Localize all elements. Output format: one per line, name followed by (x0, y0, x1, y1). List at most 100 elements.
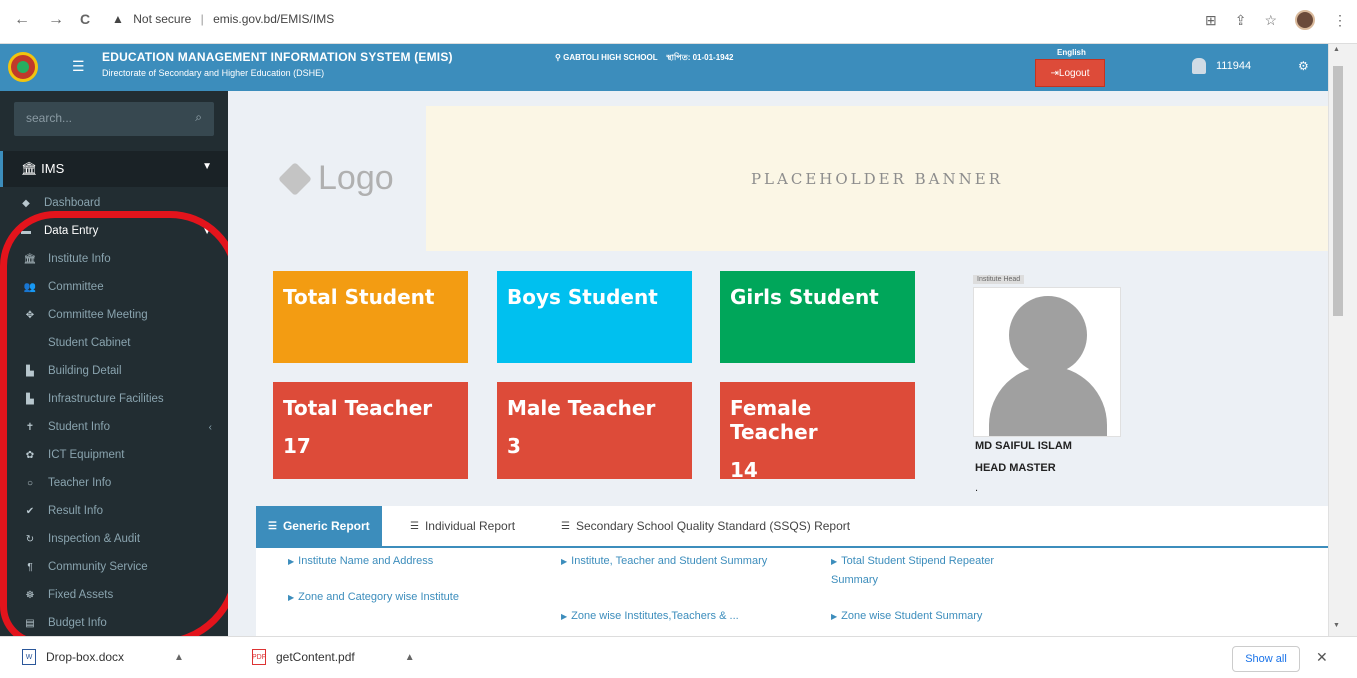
tab-ssqs-report[interactable]: ☰ Secondary School Quality Standard (SSQ… (549, 506, 862, 546)
sidebar-subitem[interactable]: 👥 Committee (0, 274, 228, 300)
browser-toolbar: ← → C ▲ Not secure | emis.gov.bd/EMIS/IM… (0, 0, 1357, 44)
stat-female-teacher[interactable]: Female Teacher 14 (720, 382, 915, 482)
gear-icon: ✿ (25, 449, 35, 461)
sidebar-item-data-entry[interactable]: ▬ Data Entry ▼ (0, 218, 228, 244)
stat-boys-student[interactable]: Boys Student (497, 271, 692, 363)
sidebar-subitem[interactable]: ○ Teacher Info (0, 470, 228, 496)
sidebar-item-label: Infrastructure Facilities (48, 393, 164, 405)
head-avatar (973, 287, 1121, 437)
close-icon[interactable]: ✕ (1316, 649, 1328, 666)
stat-total-teacher[interactable]: Total Teacher 17 (273, 382, 468, 479)
profile-avatar[interactable] (1295, 10, 1315, 30)
scroll-up-icon[interactable]: ▲ (1333, 46, 1340, 53)
sidebar-subitem[interactable]: ▙ Building Detail (0, 358, 228, 384)
sidebar-subitem[interactable]: ✔ Result Info (0, 498, 228, 524)
tab-individual-report[interactable]: ☰ Individual Report (398, 506, 527, 546)
show-all-button[interactable]: Show all (1232, 646, 1300, 672)
school-info: ⚲ GABTOLI HIGH SCHOOL স্থাপিত: 01-01-194… (555, 52, 734, 65)
report-link[interactable]: ▶ Institute Name and Address (288, 552, 538, 571)
stat-total-student[interactable]: Total Student (273, 271, 468, 363)
sidebar-subitem[interactable]: ↻ Inspection & Audit (0, 526, 228, 552)
stat-male-teacher[interactable]: Male Teacher 3 (497, 382, 692, 479)
tab-generic-report[interactable]: ☰ Generic Report (256, 506, 382, 546)
budget-icon: ▤ (25, 617, 35, 629)
triangle-right-icon: ▶ (288, 593, 295, 602)
back-button[interactable]: ← (14, 11, 30, 29)
address-bar[interactable]: ▲ Not secure | emis.gov.bd/EMIS/IMS (112, 12, 334, 26)
download-item[interactable]: W Drop-box.docx ▲ (22, 649, 184, 665)
main-content: Logo PLACEHOLDER BANNER Total Student Bo… (228, 91, 1328, 636)
sidebar-item-label: Fixed Assets (48, 589, 114, 601)
search-icon[interactable]: ⌕ (195, 110, 202, 125)
logout-icon: ⇥ (1050, 67, 1059, 79)
stat-girls-student[interactable]: Girls Student (720, 271, 915, 363)
head-name: MD SAIFUL ISLAM (975, 440, 1072, 452)
institute-head-tag: Institute Head (973, 275, 1025, 284)
sidebar-subitem[interactable]: 🏛 Institute Info (0, 246, 228, 272)
report-link[interactable]: ▶ Institute, Teacher and Student Summary (561, 552, 771, 571)
sidebar-item-label: ICT Equipment (48, 449, 125, 461)
sidebar-subitem[interactable]: Student Cabinet (0, 330, 228, 356)
chevron-down-icon: ▼ (202, 225, 212, 237)
sidebar-subitem[interactable]: ¶ Community Service (0, 554, 228, 580)
list-icon: ☰ (410, 520, 419, 532)
sidebar-subitem[interactable]: ✿ ICT Equipment (0, 442, 228, 468)
sidebar-section-ims[interactable]: 🏛 IMS ▼ (0, 151, 228, 187)
triangle-right-icon: ▶ (831, 612, 838, 621)
sidebar-subitem[interactable]: ✝ Student Info ‹ (0, 414, 228, 440)
tab-label: Individual Report (424, 519, 516, 533)
sidebar-item-label: Inspection & Audit (48, 533, 141, 545)
cube-icon (278, 161, 312, 196)
url-text: emis.gov.bd/EMIS/IMS (213, 12, 335, 26)
report-link[interactable]: ▶ Total Student Stipend Repeater Summary (831, 552, 1041, 589)
sidebar-subitem[interactable]: ▙ Infrastructure Facilities (0, 386, 228, 412)
stat-label: Boys Student (507, 285, 658, 309)
sidebar-item-label: Building Detail (48, 365, 122, 377)
sidebar-item-label: Student Info (48, 421, 111, 433)
chevron-up-icon[interactable]: ▲ (405, 652, 415, 663)
sidebar-item-dashboard[interactable]: ◆ Dashboard (0, 190, 228, 216)
app-header: ☰ EDUCATION MANAGEMENT INFORMATION SYSTE… (0, 44, 1328, 91)
sidebar-item-label: Teacher Info (48, 477, 112, 489)
refresh-icon: ↻ (25, 533, 35, 545)
report-link[interactable]: ▶ Zone wise Institutes,Teachers & ... (561, 607, 791, 626)
bookmark-star-icon[interactable]: ☆ (1264, 12, 1277, 29)
sidebar-search-input[interactable]: search... ⌕ (14, 102, 214, 136)
translate-icon[interactable]: ⊞ (1205, 12, 1217, 29)
language-switch[interactable]: English (1057, 48, 1086, 57)
circle-icon: ○ (26, 477, 34, 489)
tab-label: Generic Report (282, 519, 370, 533)
settings-icon[interactable]: ⚙ (1298, 59, 1309, 73)
user-menu[interactable]: 111944 (1192, 58, 1251, 74)
forward-button[interactable]: → (48, 11, 64, 29)
sidebar-item-label: Result Info (48, 505, 103, 517)
established-date: স্থাপিত: 01-01-1942 (666, 53, 734, 62)
menu-dots-icon[interactable]: ⋮ (1333, 12, 1347, 29)
sidebar-subitem[interactable]: ▤ Budget Info (0, 610, 228, 636)
logout-button[interactable]: ⇥ Logout (1035, 59, 1105, 87)
sidebar-subitem[interactable]: ☸ Fixed Assets (0, 582, 228, 608)
download-item[interactable]: PDF getContent.pdf ▲ (252, 649, 415, 665)
download-filename: Drop-box.docx (46, 650, 125, 664)
sidebar-subitem[interactable]: ✥ Committee Meeting (0, 302, 228, 328)
triangle-right-icon: ▶ (831, 557, 838, 566)
report-link[interactable]: ▶ Zone and Category wise Institute (288, 588, 538, 607)
share-icon[interactable]: ⇪ (1235, 12, 1247, 29)
assets-icon: ☸ (25, 589, 35, 601)
users-icon: 👥 (23, 281, 37, 293)
triangle-right-icon: ▶ (288, 557, 295, 566)
hamburger-menu-icon[interactable]: ☰ (72, 58, 85, 75)
reload-button[interactable]: C (80, 11, 90, 27)
stat-value: 3 (507, 434, 521, 458)
scroll-down-icon[interactable]: ▼ (1333, 622, 1340, 629)
sidebar-item-label: Budget Info (48, 617, 107, 629)
page-scrollbar[interactable]: ▲ ▼ (1328, 44, 1357, 636)
report-link[interactable]: ▶ Zone wise Student Summary (831, 607, 1061, 626)
security-label: Not secure (133, 12, 192, 26)
check-icon: ✔ (25, 505, 35, 517)
chevron-up-icon[interactable]: ▲ (174, 652, 184, 663)
logout-label: Logout (1058, 67, 1090, 79)
scroll-thumb[interactable] (1333, 66, 1343, 316)
logo-placeholder: Logo (278, 159, 394, 198)
sidebar-item-label: Institute Info (48, 253, 111, 265)
